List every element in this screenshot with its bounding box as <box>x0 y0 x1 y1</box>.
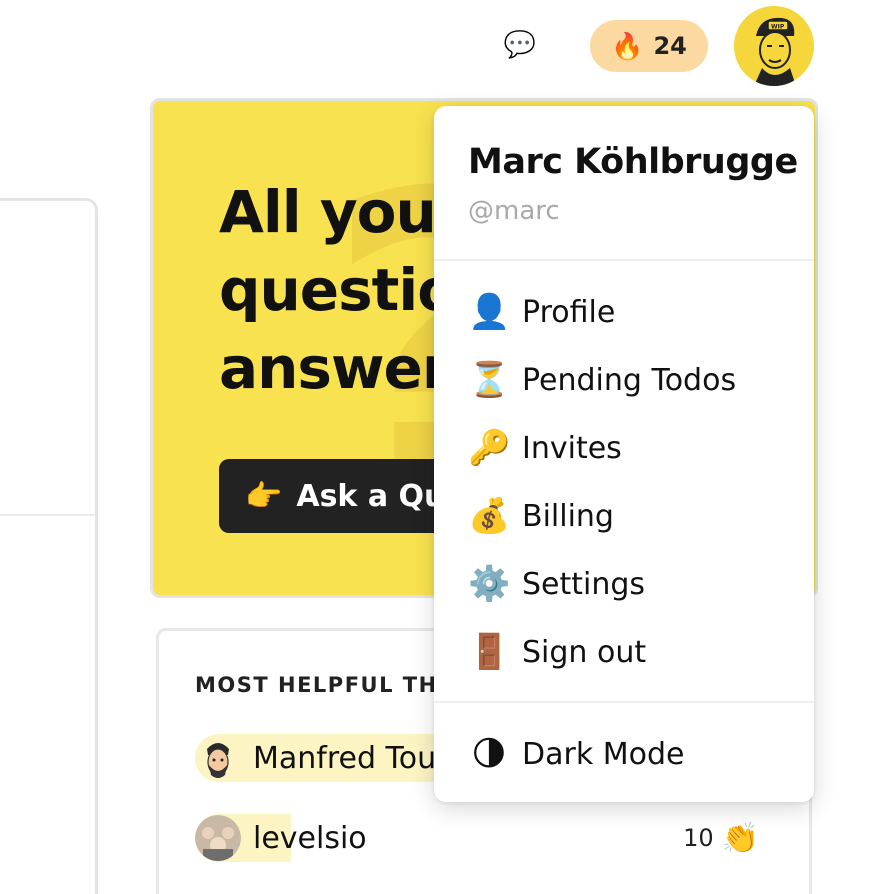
menu-item-label: Settings <box>522 566 646 602</box>
profile-icon: 👤 <box>468 293 511 331</box>
menu-item-settings[interactable]: ⚙️ Settings <box>468 556 794 612</box>
key-icon: 🔑 <box>468 429 511 467</box>
menu-item-pending-todos[interactable]: ⏳ Pending Todos <box>468 352 794 408</box>
user-dropdown-menu: Marc Köhlbrugge @marc 👤 Profile ⏳ Pendin… <box>434 106 814 802</box>
score-value: 10 <box>683 824 714 852</box>
gear-icon: ⚙️ <box>468 565 511 603</box>
menu-item-label: Pending Todos <box>522 362 737 398</box>
avatar <box>195 815 241 861</box>
menu-user-name: Marc Köhlbrugge <box>468 142 798 182</box>
menu-divider <box>434 701 814 703</box>
menu-user-handle: @marc <box>468 196 560 226</box>
menu-item-label: Billing <box>522 498 614 534</box>
avatar-illustration: WIP <box>734 6 814 86</box>
clapping-hands-icon: 👏 <box>721 820 759 856</box>
menu-item-billing[interactable]: 💰 Billing <box>468 488 794 544</box>
pointing-hand-icon: 👉 <box>245 478 283 514</box>
svg-text:WIP: WIP <box>771 24 785 31</box>
streak-count: 24 <box>653 32 687 60</box>
menu-item-profile[interactable]: 👤 Profile <box>468 284 794 340</box>
menu-item-label: Profile <box>522 294 616 330</box>
menu-item-dark-mode[interactable]: 🌗 Dark Mode <box>468 726 794 782</box>
menu-divider <box>434 259 814 261</box>
menu-item-label: Invites <box>522 430 622 466</box>
helper-score: 10 👏 <box>683 821 759 856</box>
menu-item-sign-out[interactable]: 🚪 Sign out <box>468 624 794 680</box>
fire-icon: 🔥 <box>611 31 644 61</box>
divider <box>0 514 95 516</box>
helper-row[interactable]: levelsio 10 👏 <box>195 813 809 863</box>
menu-item-label: Sign out <box>522 634 647 670</box>
helper-name: levelsio <box>253 820 367 856</box>
helper-pill[interactable]: levelsio <box>195 814 383 862</box>
moon-icon: 🌗 <box>471 735 507 773</box>
door-icon: 🚪 <box>468 633 511 671</box>
menu-item-label: Dark Mode <box>522 736 685 772</box>
menu-item-invites[interactable]: 🔑 Invites <box>468 420 794 476</box>
money-bag-icon: 💰 <box>468 497 511 535</box>
page: 💬 🔥 24 WIP ? All your questions answered… <box>0 0 872 894</box>
left-panel <box>0 198 98 894</box>
user-avatar[interactable]: WIP <box>734 6 814 86</box>
avatar <box>195 735 241 781</box>
streak-badge[interactable]: 🔥 24 <box>590 20 708 72</box>
hourglass-icon: ⏳ <box>468 361 511 399</box>
chat-icon[interactable]: 💬 <box>502 26 538 62</box>
